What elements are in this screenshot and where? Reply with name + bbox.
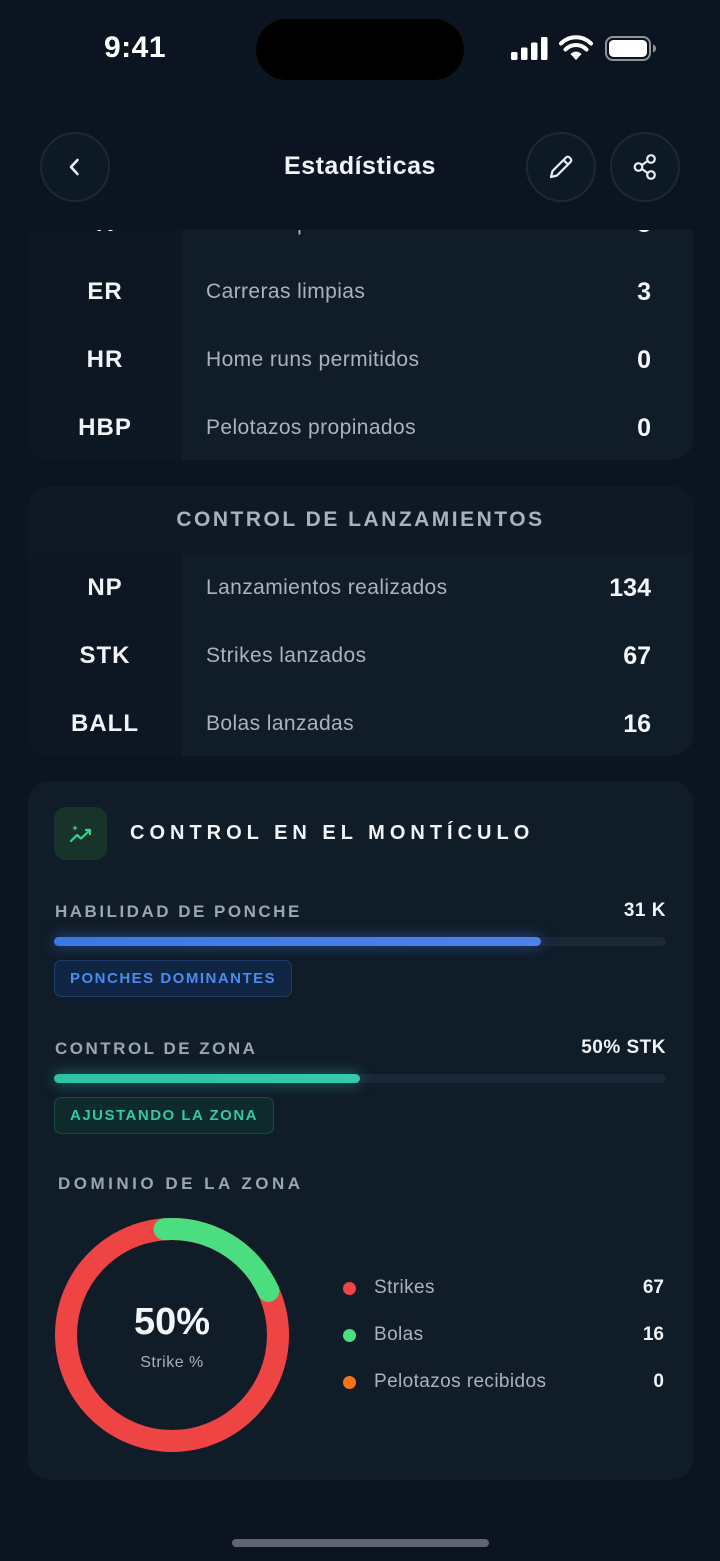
zone-control-badge: AJUSTANDO LA ZONA (54, 1097, 274, 1134)
table-row: NP Lanzamientos realizados 134 (28, 554, 693, 622)
table-row: ER Carreras limpias 3 (28, 258, 693, 326)
pencil-icon (549, 155, 573, 179)
runs-stats-card: R Carreras permitidas 3 ER Carreras limp… (28, 230, 693, 460)
table-row: BALL Bolas lanzadas 16 (28, 690, 693, 756)
status-time: 9:41 (104, 31, 167, 64)
legend-name: Strikes (374, 1277, 435, 1298)
table-row: HR Home runs permitidos 0 (28, 326, 693, 394)
zone-control-progress-fill (54, 1074, 360, 1083)
legend-value: 0 (653, 1371, 664, 1392)
donut-center-value: 50% (133, 1301, 211, 1343)
legend-item-bolas: Bolas 16 (343, 1320, 668, 1350)
strikeout-label: HABILIDAD DE PONCHE (55, 902, 302, 921)
share-icon (633, 154, 656, 180)
zone-domain-label: DOMINIO DE LA ZONA (58, 1174, 304, 1193)
section-title: CONTROL DE LANZAMIENTOS (28, 486, 693, 554)
strikeout-progress-bar (54, 937, 666, 946)
legend-value: 67 (642, 1277, 664, 1298)
stat-abbr: R (28, 230, 182, 258)
table-row: HBP Pelotazos propinados 0 (28, 394, 693, 460)
stat-value: 0 (637, 345, 651, 374)
strikeout-value: 31 K (623, 900, 666, 921)
mound-card-title: CONTROL EN EL MONTÍCULO (130, 822, 535, 844)
legend-value: 16 (642, 1324, 664, 1345)
stat-desc: Home runs permitidos (206, 348, 420, 371)
wifi-icon (559, 35, 593, 60)
table-row: R Carreras permitidas 3 (28, 230, 693, 258)
table-row: STK Strikes lanzados 67 (28, 622, 693, 690)
stat-abbr: BALL (28, 690, 182, 756)
home-indicator[interactable] (232, 1539, 489, 1547)
stat-abbr: NP (28, 554, 182, 622)
zone-control-label: CONTROL DE ZONA (55, 1039, 258, 1058)
mound-control-card: CONTROL EN EL MONTÍCULO HABILIDAD DE PON… (28, 781, 693, 1480)
stat-value: 0 (637, 413, 651, 442)
dynamic-island (256, 19, 464, 80)
share-button[interactable] (610, 132, 680, 202)
stat-desc: Bolas lanzadas (206, 712, 355, 735)
stats-scroll-area[interactable]: R Carreras permitidas 3 ER Carreras limp… (0, 230, 720, 1520)
stat-value: 3 (637, 277, 651, 306)
stat-value: 134 (609, 573, 651, 602)
edit-button[interactable] (526, 132, 596, 202)
stat-abbr: HBP (28, 394, 182, 460)
zone-control-progress-bar (54, 1074, 666, 1083)
legend-dot (343, 1329, 356, 1342)
stat-desc: Lanzamientos realizados (206, 576, 448, 599)
stat-abbr: HR (28, 326, 182, 394)
status-bar: 9:41 (0, 0, 720, 100)
stat-value: 67 (623, 641, 651, 670)
mound-icon-badge (54, 807, 107, 860)
legend-item-pelotazos: Pelotazos recibidos 0 (343, 1367, 668, 1397)
legend-item-strikes: Strikes 67 (343, 1273, 668, 1303)
legend-name: Pelotazos recibidos (374, 1371, 547, 1392)
stat-desc: Carreras permitidas (206, 230, 398, 258)
pitch-control-card: CONTROL DE LANZAMIENTOS NP Lanzamientos … (28, 486, 693, 756)
stat-desc: Pelotazos propinados (206, 416, 416, 439)
stat-value: 16 (623, 709, 651, 738)
strikeout-progress-fill (54, 937, 541, 946)
legend-name: Bolas (374, 1324, 424, 1345)
donut-center-label: Strike % (140, 1354, 204, 1371)
stat-value: 3 (637, 230, 651, 258)
strikeout-badge: PONCHES DOMINANTES (54, 960, 293, 997)
stat-desc: Strikes lanzados (206, 644, 367, 667)
trend-sparkle-icon (69, 824, 91, 842)
cellular-signal-icon (511, 37, 548, 60)
stat-desc: Carreras limpias (206, 280, 366, 303)
zone-control-value: 50% STK (581, 1037, 666, 1058)
battery-icon (605, 36, 656, 61)
legend-dot (343, 1376, 356, 1389)
stat-abbr: STK (28, 622, 182, 690)
stat-abbr: ER (28, 258, 182, 326)
legend-dot (343, 1282, 356, 1295)
